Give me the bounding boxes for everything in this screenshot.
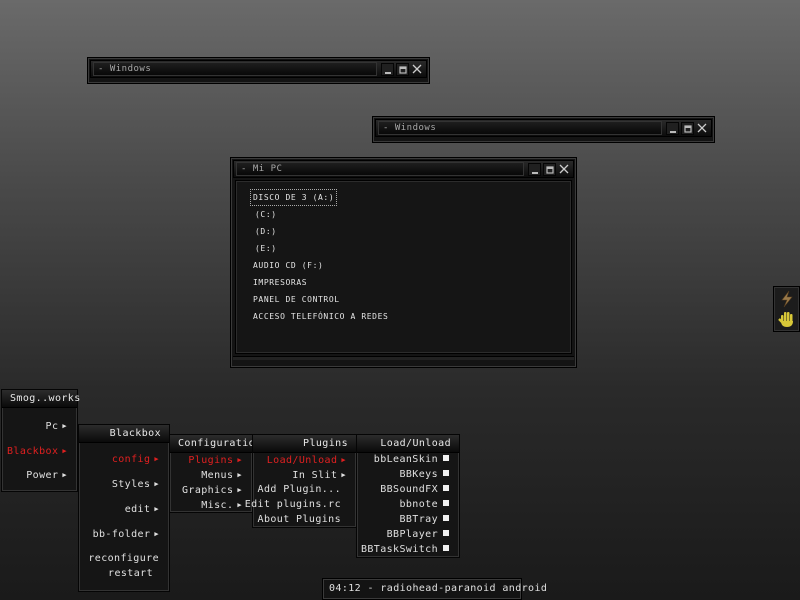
plugin-item-bbtaskswitch[interactable]: BBTaskSwitch bbox=[361, 544, 449, 556]
arrow-right-icon: ▶ bbox=[237, 501, 242, 509]
menu-item-blackbox[interactable]: Blackbox ▶ bbox=[7, 445, 67, 458]
plugin-item-bbplayer[interactable]: BBPlayer bbox=[387, 529, 449, 541]
menu-item-bb-folder[interactable]: bb-folder ▶ bbox=[93, 528, 159, 541]
checkbox-icon bbox=[443, 455, 449, 461]
menu-item-add-plugin[interactable]: Add Plugin... bbox=[258, 484, 341, 496]
menu-item-styles[interactable]: Styles ▶ bbox=[112, 478, 159, 491]
menu-item-config[interactable]: config ▶ bbox=[112, 453, 159, 466]
minimize-icon[interactable] bbox=[528, 162, 541, 176]
blackbox-menu-title: Blackbox bbox=[79, 425, 169, 443]
menu-item-edit[interactable]: edit ▶ bbox=[125, 503, 159, 516]
toolbar[interactable]: 04:12 - radiohead-paranoid android bbox=[322, 578, 548, 600]
arrow-right-icon: ▶ bbox=[341, 471, 346, 479]
window-1-title: - Windows bbox=[93, 62, 377, 76]
load-unload-menu-title: Load/Unload bbox=[357, 435, 459, 453]
menu-item-load-unload[interactable]: Load/Unload ▶ bbox=[267, 454, 346, 467]
plugins-menu: Plugins Load/Unload ▶ In Slit ▶ Add Plugin… bbox=[245, 434, 357, 528]
maximize-icon[interactable] bbox=[681, 121, 694, 135]
window-2-titlebar[interactable]: - Windows bbox=[375, 119, 712, 137]
plugins-menu-title: Plugins bbox=[253, 435, 356, 453]
blackbox-menu: Blackbox config ▶ Styles ▶ edit ▶ bb-folder… bbox=[78, 424, 170, 592]
load-unload-menu: Load/Unload bbLeanSkin BBKeys BBSoundFX … bbox=[356, 434, 460, 558]
arrow-right-icon: ▶ bbox=[154, 455, 159, 463]
checkbox-icon bbox=[443, 500, 449, 506]
arrow-right-icon: ▶ bbox=[62, 471, 67, 479]
mipc-handle[interactable] bbox=[233, 356, 574, 360]
mipc-titlebar[interactable]: - Mi PC bbox=[233, 160, 574, 178]
config-menu: Configuration Plugins ▶ Menus ▶ Graphics ▶ … bbox=[169, 434, 261, 513]
window-2-title: - Windows bbox=[378, 121, 662, 135]
menu-item-restart[interactable]: restart bbox=[108, 568, 153, 580]
checkbox-icon bbox=[443, 530, 449, 536]
plugin-item-bbsoundfx[interactable]: BBSoundFX bbox=[380, 484, 449, 496]
menu-item-about-plugins[interactable]: About Plugins bbox=[258, 514, 341, 526]
plugin-item-bbnote[interactable]: bbnote bbox=[399, 499, 449, 511]
arrow-right-icon: ▶ bbox=[154, 530, 159, 538]
arrow-right-icon: ▶ bbox=[154, 480, 159, 488]
window-1-titlebar[interactable]: - Windows bbox=[90, 60, 427, 78]
checkbox-icon bbox=[443, 545, 449, 551]
plugin-item-bbleanskin[interactable]: bbLeanSkin bbox=[374, 454, 449, 466]
menu-item-menus[interactable]: Menus ▶ bbox=[201, 469, 242, 482]
window-2[interactable]: - Windows bbox=[372, 116, 715, 143]
plugin-item-bbtray[interactable]: BBTray bbox=[399, 514, 449, 526]
menu-item-plugins[interactable]: Plugins ▶ bbox=[188, 454, 242, 467]
menu-item-reconfigure[interactable]: reconfigure bbox=[88, 553, 159, 565]
arrow-right-icon: ▶ bbox=[237, 456, 242, 464]
window-1[interactable]: - Windows bbox=[87, 57, 430, 84]
checkbox-icon bbox=[443, 485, 449, 491]
hand-plugin-icon[interactable] bbox=[778, 310, 796, 333]
minimize-icon[interactable] bbox=[666, 121, 679, 135]
lightning-plugin-icon[interactable] bbox=[778, 290, 796, 312]
plugin-item-bbkeys[interactable]: BBKeys bbox=[399, 469, 449, 481]
minimize-icon[interactable] bbox=[381, 62, 394, 76]
maximize-icon[interactable] bbox=[543, 162, 556, 176]
mipc-title: - Mi PC bbox=[236, 162, 524, 176]
menu-item-misc[interactable]: Misc. ▶ bbox=[201, 499, 242, 512]
menu-item-graphics[interactable]: Graphics ▶ bbox=[182, 484, 242, 497]
root-menu: Smog..works Pc ▶ Blackbox ▶ Power ▶ bbox=[1, 389, 80, 492]
close-icon[interactable] bbox=[411, 63, 424, 76]
checkbox-icon bbox=[443, 470, 449, 476]
menu-item-power[interactable]: Power ▶ bbox=[26, 469, 67, 482]
arrow-right-icon: ▶ bbox=[237, 471, 242, 479]
toolbar-clock-track: 04:12 - radiohead-paranoid android bbox=[329, 583, 548, 594]
menu-item-in-slit[interactable]: In Slit ▶ bbox=[292, 469, 346, 482]
arrow-right-icon: ▶ bbox=[154, 505, 159, 513]
close-icon[interactable] bbox=[558, 163, 571, 176]
arrow-right-icon: ▶ bbox=[341, 456, 346, 464]
drive-item[interactable]: ACCESO TELEFÓNICO A REDES bbox=[250, 308, 391, 325]
arrow-right-icon: ▶ bbox=[62, 422, 67, 430]
mipc-content: DISCO DE 3 (A:) (C:) (D:) (E:) AUDIO CD … bbox=[235, 180, 572, 354]
close-icon[interactable] bbox=[696, 122, 709, 135]
mipc-window[interactable]: - Mi PC DISCO DE 3 (A:) (C:) (D:) (E:) A… bbox=[230, 157, 577, 368]
maximize-icon[interactable] bbox=[396, 62, 409, 76]
config-menu-title: Configuration bbox=[170, 435, 261, 453]
arrow-right-icon: ▶ bbox=[237, 486, 242, 494]
arrow-right-icon: ▶ bbox=[62, 447, 67, 455]
root-menu-title: Smog..works bbox=[2, 390, 80, 408]
checkbox-icon bbox=[443, 515, 449, 521]
menu-item-edit-plugins-rc[interactable]: Edit plugins.rc bbox=[245, 499, 341, 511]
slit bbox=[773, 286, 800, 332]
menu-item-pc[interactable]: Pc ▶ bbox=[46, 420, 67, 433]
